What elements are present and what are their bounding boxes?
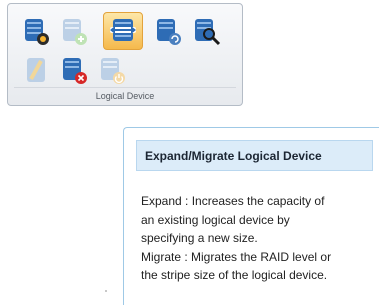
expand-migrate-icon <box>110 19 136 41</box>
tooltip-line: an existing logical device by <box>141 212 290 227</box>
logical-device-copy-button[interactable] <box>151 14 187 50</box>
delete-logical-device-button[interactable] <box>57 53 93 89</box>
logical-device-verify-button[interactable] <box>189 14 225 50</box>
logical-device-toolbar-group: Logical Device <box>7 3 243 106</box>
logical-device-power-icon <box>101 58 125 84</box>
tooltip-panel: Expand/Migrate Logical Device Expand : I… <box>123 127 379 305</box>
logical-device-power-button[interactable] <box>95 53 131 89</box>
create-logical-device-icon <box>63 19 87 45</box>
logical-device-copy-icon <box>157 19 181 45</box>
tooltip-line: Expand : Increases the capacity of <box>141 194 325 208</box>
stray-dot <box>105 290 107 292</box>
tooltip-line: Migrate : Migrates the RAID level or <box>141 249 332 264</box>
create-logical-device-button[interactable] <box>57 14 93 50</box>
delete-logical-device-icon <box>63 58 87 84</box>
tooltip-description: Expand : Increases the capacity of an ex… <box>141 192 373 285</box>
toolbar-group-label: Logical Device <box>95 91 155 101</box>
group-divider <box>14 87 236 88</box>
erase-logical-device-button[interactable] <box>19 53 55 89</box>
tooltip-title: Expand/Migrate Logical Device <box>136 140 373 171</box>
logical-device-verify-icon <box>195 19 221 46</box>
tooltip-line: specifying a new size. <box>141 231 258 245</box>
logical-device-properties-icon <box>25 19 49 45</box>
expand-migrate-button[interactable] <box>103 12 143 50</box>
erase-logical-device-icon <box>27 58 45 82</box>
logical-device-properties-button[interactable] <box>19 14 55 50</box>
tooltip-line: the stripe size of the logical device. <box>141 268 328 282</box>
